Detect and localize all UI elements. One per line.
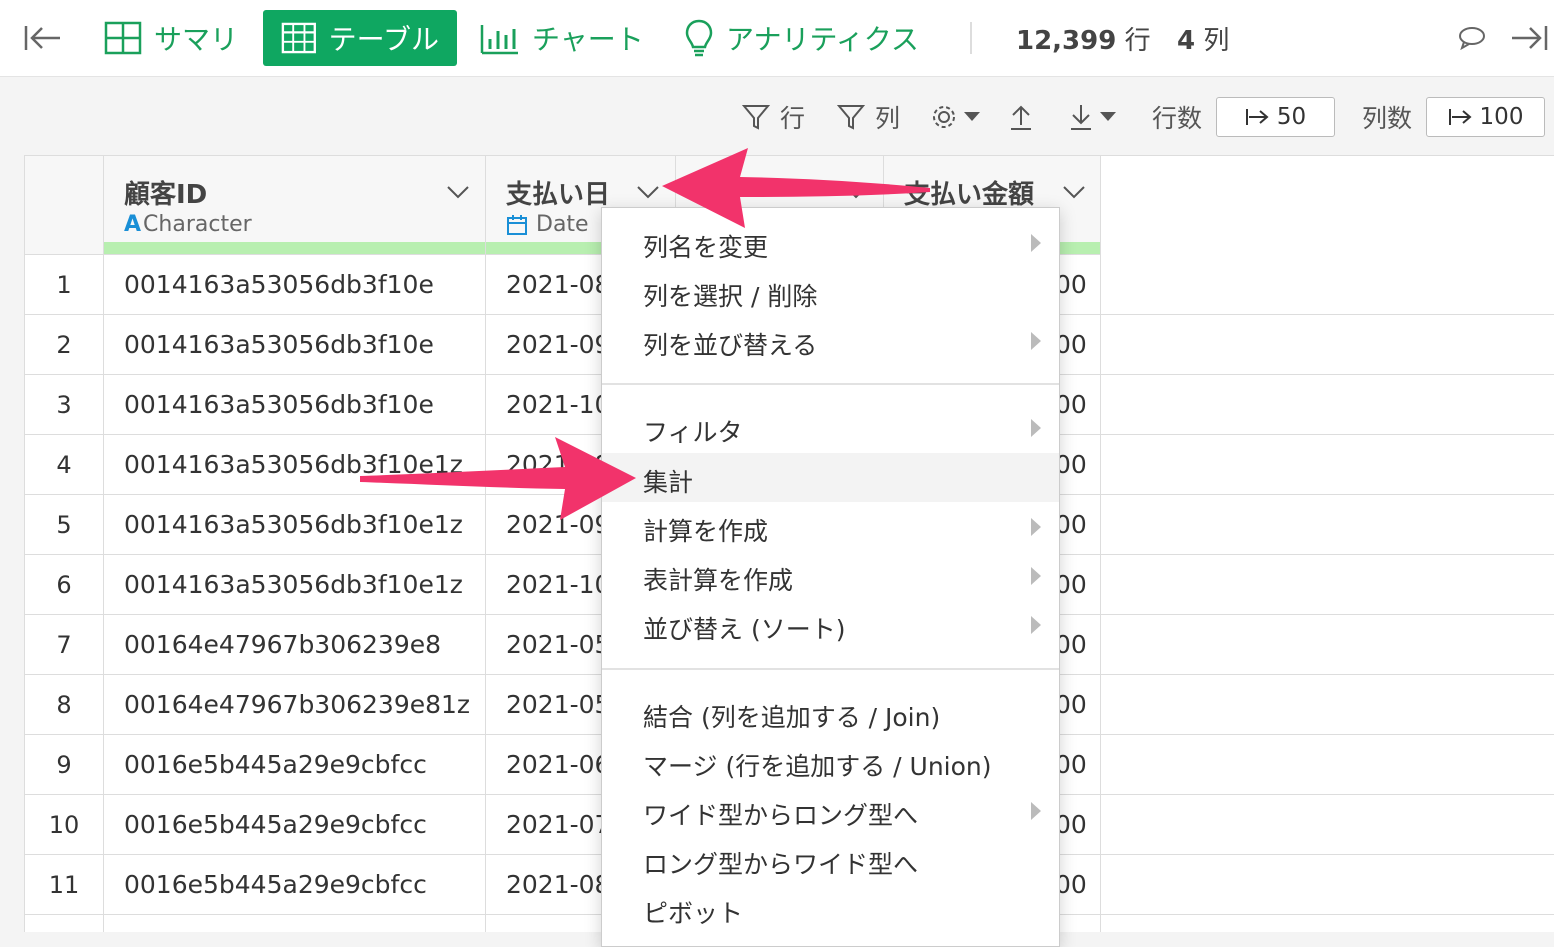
menu-item-label: マージ (行を追加する / Union) [643,752,992,781]
row-count: 12,399 行 [1016,20,1151,57]
submenu-arrow-icon [1031,332,1041,350]
caret-down-icon [964,112,980,121]
tab-analytics-label: アナリティクス [726,23,919,56]
filter-cols-button[interactable]: 列 [837,96,900,138]
menu-item[interactable]: 表計算を作成 [602,551,1059,600]
menu-item-label: 列名を変更 [643,233,769,262]
toolbar-divider [970,22,972,54]
menu-item-label: ロング型からワイド型へ [643,850,919,879]
menu-item[interactable]: ワイド型からロング型へ [602,786,1059,835]
menu-item[interactable]: 列名を変更 [602,218,1059,267]
submenu-arrow-icon [1031,518,1041,536]
column-divider [104,156,486,932]
download-dropdown[interactable] [1068,96,1116,138]
menu-item[interactable]: 結合 (列を追加する / Join) [602,688,1059,737]
column-context-menu: 列名を変更列を選択 / 削除 列を並び替える フィルタ集計計算を作成表計算を作成並び… [601,207,1060,947]
menu-item-label: ピボット [643,899,744,928]
rows-label: 行数 [1152,104,1203,133]
col-count-value: 4 [1177,26,1196,56]
filter-icon [837,105,865,130]
row-number-column [25,156,104,932]
tab-chart-label: チャート [532,23,644,56]
row-count-unit: 行 [1124,26,1151,56]
submenu-arrow-icon [1031,419,1041,437]
submenu-arrow-icon [1031,567,1041,585]
menu-item-label: 結合 (列を追加する / Join) [643,703,941,732]
menu-item[interactable]: 並び替え (ソート) [602,600,1059,649]
menu-item[interactable]: フィルタ [602,403,1059,452]
tab-summary[interactable]: サマリ [104,10,238,66]
cols-limit-value: 100 [1479,104,1524,130]
menu-item-label: フィルタ [643,418,743,447]
menu-separator [602,668,1059,670]
top-toolbar: サマリ テーブル チャート アナリティクス 12,399 行 4 列 [0,0,1554,77]
menu-item[interactable]: 列を選択 / 削除 [602,267,1059,316]
menu-item-label: 表計算を作成 [643,566,794,595]
tab-summary-label: サマリ [154,23,239,56]
collapse-right-icon[interactable] [1510,24,1548,56]
caret-down-icon [1100,112,1116,121]
menu-item[interactable]: 計算を作成 [602,502,1059,551]
lightbulb-icon [685,19,713,57]
grid-icon [104,21,142,55]
collapse-left-icon[interactable] [24,24,62,56]
menu-item[interactable]: ロング型からワイド型へ [602,835,1059,884]
col-count-unit: 列 [1203,26,1230,56]
menu-separator [602,383,1059,385]
rows-limit-value: 50 [1276,104,1307,130]
table-icon [281,22,316,54]
tab-table[interactable]: テーブル [263,10,457,66]
submenu-arrow-icon [1031,802,1041,820]
arrow-to-right-icon [1245,109,1269,125]
menu-item-label: 列を並び替える [643,331,818,360]
row-count-value: 12,399 [1016,26,1117,56]
menu-item-label: ワイド型からロング型へ [643,801,919,830]
menu-item-label: 集計 [643,468,694,497]
cols-limit-button[interactable]: 100 [1426,97,1545,137]
rows-limit-button[interactable]: 50 [1216,97,1335,137]
filter-rows-button[interactable]: 行 [742,96,805,138]
submenu-arrow-icon [1031,616,1041,634]
upload-button[interactable] [1008,96,1034,138]
filter-cols-label: 列 [875,104,901,133]
gear-icon [933,106,955,128]
filter-icon [742,105,770,130]
menu-item-label: 計算を作成 [643,517,769,546]
tab-chart[interactable]: チャート [480,10,644,66]
menu-item[interactable]: ピボット [602,884,1059,933]
filter-rows-label: 行 [780,104,806,133]
menu-item-label: 並び替え (ソート) [643,615,846,644]
menu-item[interactable]: 列を並び替える [602,316,1059,365]
bar-chart-icon [480,25,518,55]
arrow-to-right-icon [1448,109,1472,125]
tab-analytics[interactable]: アナリティクス [684,10,919,66]
menu-item[interactable]: 集計 [602,453,1059,502]
upload-icon [1011,105,1031,130]
menu-item[interactable]: マージ (行を追加する / Union) [602,737,1059,786]
tab-table-label: テーブル [328,23,439,56]
settings-dropdown[interactable] [930,96,980,138]
menu-item-label: 列を選択 / 削除 [643,282,818,311]
cols-label: 列数 [1362,104,1413,133]
download-icon [1071,105,1091,130]
submenu-arrow-icon [1031,234,1041,252]
col-count: 4 列 [1177,20,1229,57]
comment-icon[interactable] [1458,26,1486,54]
